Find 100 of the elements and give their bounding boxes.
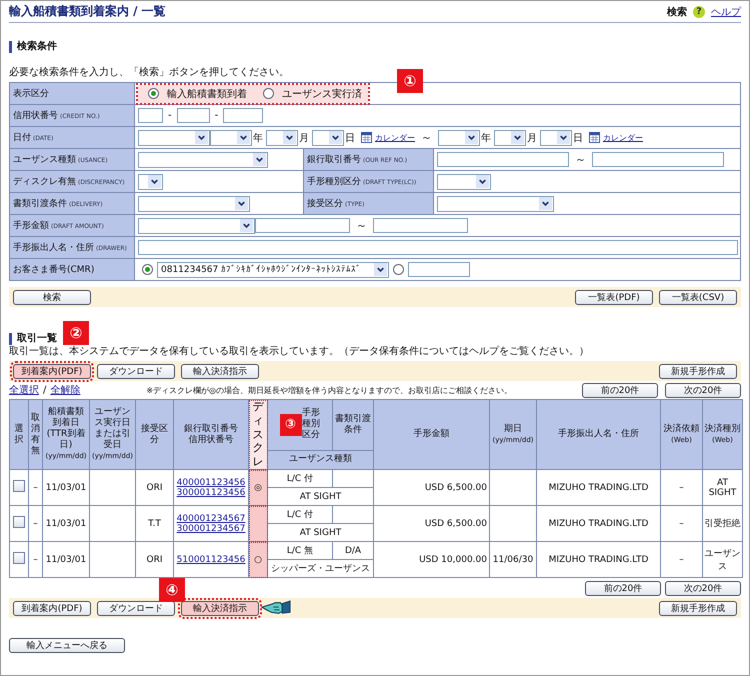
chevron-down-icon: [240, 219, 253, 232]
range-separator: ～: [421, 131, 432, 144]
description-text: 取引一覧は、本システムでデータを保有している取引を表示しています。（データ保有条件についてはヘルプをご覧ください。）: [9, 345, 590, 359]
month-label: 月: [527, 132, 537, 144]
column-header: ディスクレ: [248, 400, 268, 470]
pager-button[interactable]: 前の20件: [582, 382, 658, 398]
column-header: ユーザンス種類: [268, 450, 374, 470]
table-cell: D/A: [332, 542, 374, 560]
text-field[interactable]: [223, 108, 264, 123]
radio-option[interactable]: ユーザンス実行済: [259, 86, 362, 100]
chevron-down-icon: [237, 131, 250, 144]
reference-link[interactable]: 400001234567: [176, 514, 246, 524]
search-button[interactable]: 検索: [13, 290, 91, 304]
text-field[interactable]: [373, 218, 468, 233]
dropdown[interactable]: [540, 130, 572, 146]
table-cell: –: [28, 506, 42, 542]
pager-button[interactable]: 次の20件: [665, 580, 741, 596]
chevron-down-icon: [557, 131, 570, 144]
text-field[interactable]: [138, 240, 738, 255]
field-label: お客さま番号(CMR): [10, 258, 134, 280]
table-cell: USD 6,500.00: [374, 506, 490, 542]
note-text: ※ディスクレ欄が◎の場合、期日延長や増額を伴う内容となりますので、お取引店にご相談ください。: [145, 384, 514, 396]
table-cell: L/C 付: [268, 470, 332, 488]
help-icon[interactable]: ?: [693, 6, 705, 18]
column-header: 手形金額: [374, 400, 490, 470]
reference-link[interactable]: 400001123456: [176, 478, 246, 488]
chevron-down-icon: [374, 263, 387, 276]
step-marker: ①: [397, 69, 423, 93]
table-cell: 11/03/01: [42, 506, 90, 542]
toolbar-button[interactable]: ダウンロード: [97, 600, 175, 616]
help-link[interactable]: ヘルプ: [711, 4, 741, 18]
dropdown[interactable]: [138, 174, 163, 190]
step-marker: ②: [63, 321, 89, 345]
pager-button[interactable]: 次の20件: [665, 382, 741, 398]
section-heading: 検索条件: [9, 41, 57, 53]
row-checkbox[interactable]: [13, 516, 25, 528]
table-cell: ORI: [136, 470, 174, 506]
toolbar-button[interactable]: ダウンロード: [97, 364, 175, 378]
chevron-down-icon: [148, 175, 161, 188]
table-cell: ORI: [136, 542, 174, 578]
chevron-down-icon: [195, 131, 208, 144]
chevron-down-icon: [539, 197, 552, 210]
text-field[interactable]: [255, 218, 350, 233]
select-all-link[interactable]: 全選択: [9, 383, 39, 397]
chevron-down-icon: [283, 131, 296, 144]
pointing-hand-icon: [261, 599, 291, 617]
reference-link[interactable]: 300001123456: [176, 488, 246, 498]
range-separator: ～: [575, 153, 586, 166]
divider-text: /: [43, 384, 46, 396]
chevron-down-icon: [476, 175, 489, 188]
table-cell: USD 10,000.00: [374, 542, 490, 578]
year-label: 年: [253, 132, 263, 144]
pager-button[interactable]: 前の20件: [585, 580, 661, 596]
dropdown[interactable]: [438, 130, 480, 146]
row-checkbox[interactable]: [13, 552, 25, 564]
text-field[interactable]: [408, 262, 470, 277]
table-cell: –: [28, 470, 42, 506]
text-field[interactable]: [138, 108, 163, 123]
new-draft-button[interactable]: 新規手形作成: [659, 364, 737, 378]
radio-button[interactable]: [142, 264, 153, 275]
table-cell: 11/06/30: [490, 542, 536, 578]
table-cell: AT SIGHT: [702, 470, 742, 506]
calendar-icon[interactable]: [589, 132, 600, 143]
chevron-down-icon: [329, 131, 342, 144]
table-cell: L/C 付: [268, 506, 332, 524]
table-cell: –: [660, 542, 702, 578]
radio-option[interactable]: 輸入船積書類到着: [144, 86, 247, 100]
dropdown[interactable]: [494, 130, 526, 146]
dropdown[interactable]: [266, 130, 298, 146]
new-draft-button[interactable]: 新規手形作成: [659, 600, 737, 616]
calendar-link[interactable]: カレンダー: [603, 133, 643, 142]
radio-button[interactable]: [393, 264, 404, 275]
calendar-link[interactable]: カレンダー: [375, 133, 415, 142]
text-field[interactable]: [176, 108, 210, 123]
chevron-down-icon: [465, 131, 478, 144]
search-label: 検索: [667, 6, 687, 18]
toolbar-button[interactable]: 輸入決済指示: [181, 364, 259, 378]
calendar-icon[interactable]: [361, 132, 372, 143]
discrepancy-mark: ◎: [254, 482, 262, 492]
toolbar-button[interactable]: 到着案内(PDF): [13, 600, 91, 616]
dropdown[interactable]: 0811234567 ｶﾌﾞｼｷｶﾞｲｼｬﾎｳｼﾞﾝｲﾝﾀｰﾈｯﾄｼｽﾃﾑｽﾞ: [157, 262, 389, 278]
row-checkbox[interactable]: [13, 480, 25, 492]
deselect-all-link[interactable]: 全解除: [50, 383, 80, 397]
dropdown[interactable]: [210, 130, 252, 146]
column-header: 手形種別区分: [302, 408, 320, 442]
text-field[interactable]: [592, 152, 724, 167]
back-button[interactable]: 輸入メニューへ戻る: [9, 638, 125, 653]
section-heading: 取引一覧: [9, 333, 57, 345]
export-button[interactable]: 一覧表(PDF): [575, 290, 653, 304]
text-field[interactable]: [437, 152, 569, 167]
dropdown[interactable]: [312, 130, 344, 146]
day-label: 日: [345, 132, 355, 144]
separator-text: -: [214, 110, 218, 121]
export-button[interactable]: 一覧表(CSV): [659, 290, 737, 304]
table-cell: –: [660, 506, 702, 542]
page-title: 輸入船積書類到着案内 / 一覧: [9, 3, 167, 20]
reference-link[interactable]: 300001234567: [176, 524, 246, 534]
table-cell: MIZUHO TRADING.LTD: [536, 470, 660, 506]
column-header: 手形振出人名・住所: [536, 400, 660, 470]
month-label: 月: [299, 132, 309, 144]
